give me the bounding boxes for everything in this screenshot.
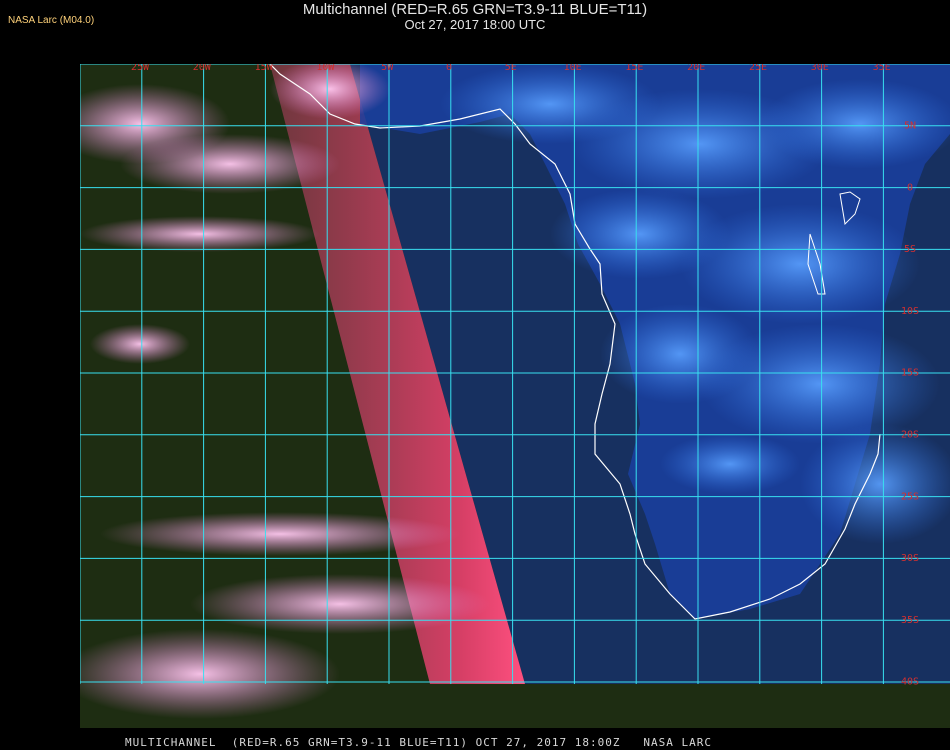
latitude-label: 5N [904, 121, 916, 132]
latitude-label: 20S [901, 430, 919, 441]
longitude-label: 25E [749, 64, 767, 73]
longitude-label: 15W [255, 64, 274, 73]
latitude-label: 5S [904, 244, 916, 255]
image-timestamp: Oct 27, 2017 18:00 UTC [404, 17, 546, 32]
longitude-label: 15E [625, 64, 643, 73]
satellite-image: 25W 20W 15W 10W 5W 0 5E 10E 15E 20E 25E 30E 35E 5N 0 5S… [80, 64, 950, 728]
latitude-label: 25S [901, 491, 919, 502]
longitude-label: 5E [505, 64, 517, 73]
latitude-label: 40S [901, 677, 919, 688]
longitude-label: 10W [316, 64, 335, 73]
longitude-label: 25W [131, 64, 150, 73]
latitude-label: 15S [901, 368, 919, 379]
longitude-label: 20W [193, 64, 212, 73]
latitude-label: 10S [901, 306, 919, 317]
longitude-label: 10E [564, 64, 582, 73]
latitude-label: 35S [901, 615, 919, 626]
longitude-label: 35E [873, 64, 891, 73]
longitude-label: 30E [811, 64, 829, 73]
image-title: Multichannel (RED=R.65 GRN=T3.9-11 BLUE=… [302, 1, 648, 18]
longitude-label: 0 [446, 64, 452, 73]
latitude-label: 0 [907, 182, 913, 193]
map-canvas: 25W 20W 15W 10W 5W 0 5E 10E 15E 20E 25E 30E 35E 5N 0 5S… [80, 64, 950, 728]
longitude-label: 5W [381, 64, 394, 73]
longitude-label: 20E [687, 64, 705, 73]
latitude-label: 30S [901, 553, 919, 564]
footer-caption: MULTICHANNEL (RED=R.65 GRN=T3.9-11 BLUE=… [125, 736, 712, 749]
